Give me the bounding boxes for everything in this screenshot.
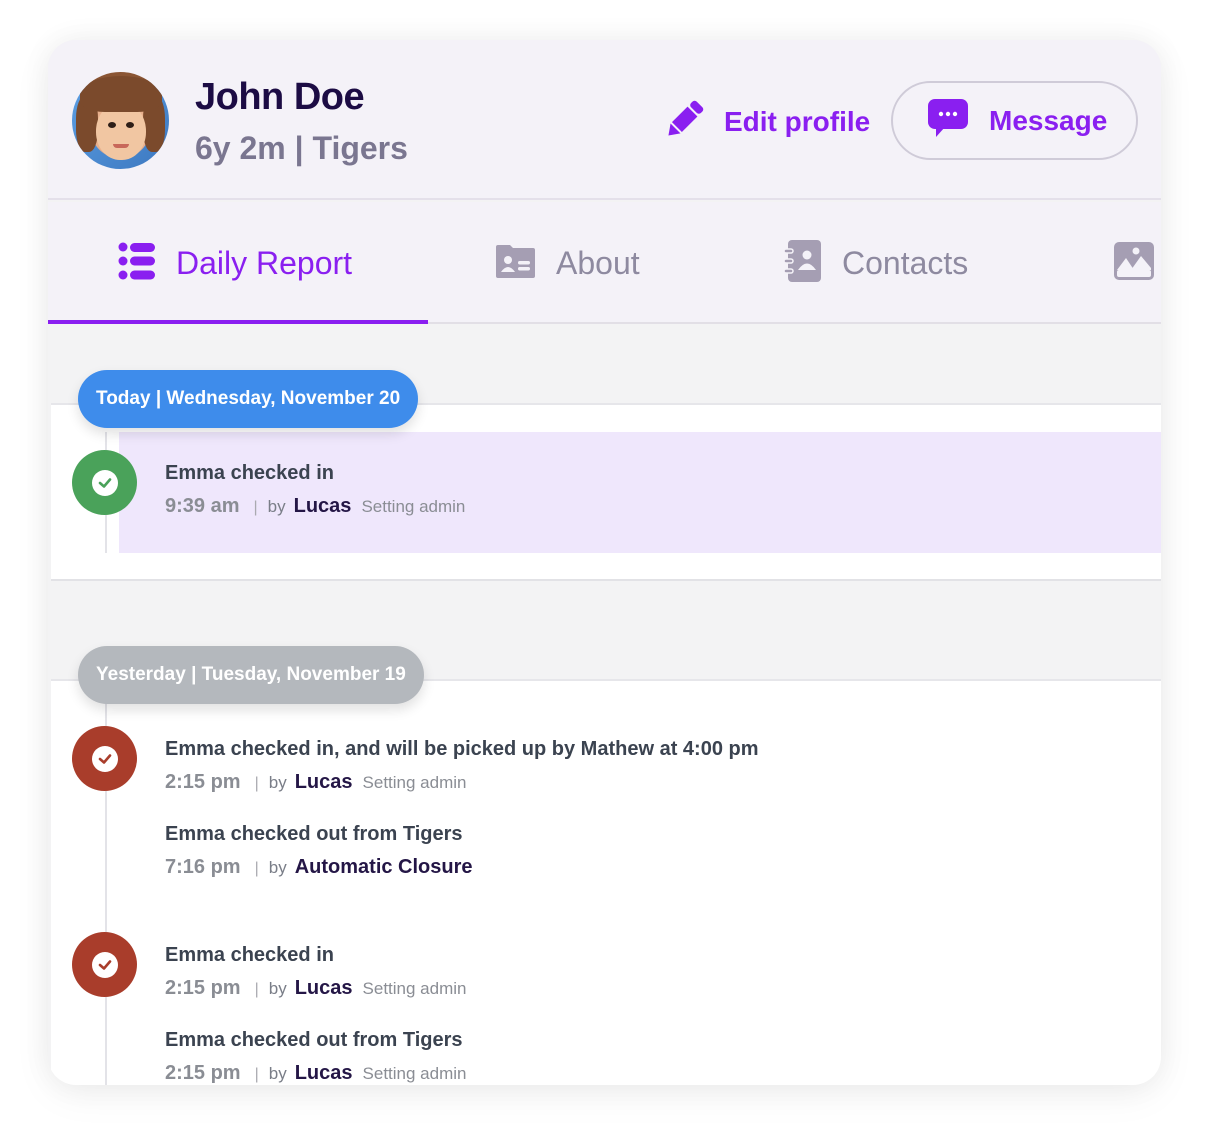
daily-report-feed: Today | Wednesday, November 20 Emma chec… <box>48 326 1161 1085</box>
event-author: Lucas <box>293 495 352 517</box>
event-author-role: Setting admin <box>361 497 466 516</box>
event-separator: | <box>254 775 259 792</box>
event-separator: | <box>254 1066 259 1083</box>
profile-name: John Doe <box>195 76 365 118</box>
event-time: 7:16 pm <box>165 856 241 878</box>
check-icon <box>91 951 118 978</box>
day-card-yesterday: Emma checked in, and will be picked up b… <box>51 679 1161 1085</box>
active-tab-indicator <box>48 320 428 324</box>
timeline-event[interactable]: Emma checked in 2:15 pm | by Lucas Setti… <box>165 944 466 1000</box>
profile-group: Tigers <box>312 130 408 166</box>
event-meta: 2:15 pm | by Lucas Setting admin <box>165 1062 466 1085</box>
profile-header: John Doe 6y 2m | Tigers Edit profile Mes… <box>48 40 1161 200</box>
event-title: Emma checked in <box>165 462 334 484</box>
profile-subtitle: 6y 2m | Tigers <box>195 130 408 167</box>
tab-daily-report[interactable]: Daily Report <box>118 202 352 324</box>
event-author: Lucas <box>294 977 353 999</box>
id-card-icon <box>496 243 536 284</box>
event-by: by <box>268 773 287 792</box>
event-time: 2:15 pm <box>165 771 241 793</box>
address-book-icon <box>783 239 822 287</box>
event-separator: | <box>253 499 258 516</box>
check-icon <box>91 469 118 496</box>
event-author: Lucas <box>294 771 353 793</box>
event-by: by <box>267 497 286 516</box>
list-icon <box>118 242 156 285</box>
child-profile-panel: John Doe 6y 2m | Tigers Edit profile Mes… <box>48 40 1161 1085</box>
event-by: by <box>268 979 287 998</box>
tab-daily-report-label: Daily Report <box>176 244 353 281</box>
check-in-status-icon <box>72 450 137 515</box>
day-card-today: Emma checked in 9:39 am | by Lucas Setti… <box>51 403 1161 581</box>
day-header-yesterday: Yesterday | Tuesday, November 19 <box>78 646 424 704</box>
pencil-icon <box>662 98 706 147</box>
event-title: Emma checked in, and will be picked up b… <box>165 738 759 760</box>
check-icon <box>91 745 118 772</box>
event-title: Emma checked in <box>165 944 334 966</box>
check-in-status-icon <box>72 726 137 791</box>
check-in-status-icon <box>72 932 137 997</box>
tab-about[interactable]: About <box>496 202 640 324</box>
event-time: 2:15 pm <box>165 977 241 999</box>
event-title: Emma checked out from Tigers <box>165 1029 463 1051</box>
edit-profile-button[interactable]: Edit profile <box>662 98 870 146</box>
event-author-role: Setting admin <box>362 1064 467 1083</box>
event-meta: 7:16 pm | by Automatic Closure <box>165 856 483 879</box>
message-button[interactable]: Message <box>891 81 1138 160</box>
event-author: Lucas <box>294 1062 353 1084</box>
event-meta: 2:15 pm | by Lucas Setting admin <box>165 771 759 794</box>
event-time: 9:39 am <box>165 495 240 517</box>
tab-about-label: About <box>556 244 640 281</box>
profile-separator: | <box>294 130 304 166</box>
tab-photos[interactable] <box>1114 202 1154 324</box>
event-author: Automatic Closure <box>294 856 473 878</box>
message-label: Message <box>989 104 1108 136</box>
profile-tabs: Daily Report About Contacts <box>48 202 1161 324</box>
day-header-today: Today | Wednesday, November 20 <box>78 370 419 428</box>
edit-profile-label: Edit profile <box>724 106 871 137</box>
profile-age: 6y 2m <box>195 130 286 166</box>
event-separator: | <box>254 860 259 877</box>
timeline-event[interactable]: Emma checked in 9:39 am | by Lucas Setti… <box>165 462 465 518</box>
event-separator: | <box>254 981 259 998</box>
event-meta: 2:15 pm | by Lucas Setting admin <box>165 977 466 1000</box>
event-by: by <box>268 1064 287 1083</box>
image-icon <box>1114 241 1154 285</box>
event-by: by <box>268 858 287 877</box>
event-title: Emma checked out from Tigers <box>165 823 463 845</box>
event-meta: 9:39 am | by Lucas Setting admin <box>165 495 465 518</box>
event-author-role: Setting admin <box>362 979 467 998</box>
timeline-event[interactable]: Emma checked in, and will be picked up b… <box>165 738 759 794</box>
chat-bubble-icon <box>927 97 969 144</box>
tab-contacts[interactable]: Contacts <box>783 202 969 324</box>
event-time: 2:15 pm <box>165 1062 241 1084</box>
event-author-role: Setting admin <box>362 773 467 792</box>
timeline-event[interactable]: Emma checked out from Tigers 2:15 pm | b… <box>165 1029 466 1085</box>
timeline-event[interactable]: Emma checked out from Tigers 7:16 pm | b… <box>165 823 483 879</box>
avatar <box>72 72 169 169</box>
tab-contacts-label: Contacts <box>842 244 969 281</box>
